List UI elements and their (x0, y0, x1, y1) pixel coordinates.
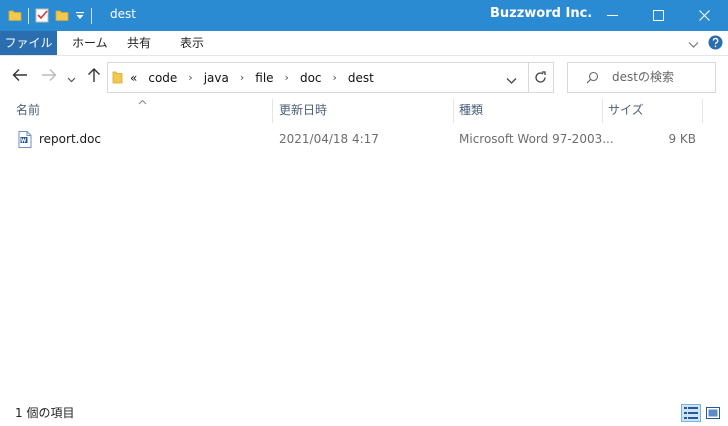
maximize-button[interactable] (635, 0, 681, 31)
window-title: dest (110, 7, 136, 21)
new-folder-icon[interactable] (55, 8, 69, 25)
minimize-button[interactable] (589, 0, 635, 31)
file-size: 9 KB (668, 132, 696, 146)
file-row[interactable]: report.doc 2021/04/18 4:17 Microsoft Wor… (10, 128, 716, 150)
breadcrumb-item-dest[interactable]: dest (348, 71, 374, 85)
chevron-down-icon (67, 77, 76, 83)
details-view-button[interactable] (681, 404, 701, 422)
brand-label: Buzzword Inc. (490, 6, 593, 21)
breadcrumb-item-code[interactable]: code (148, 71, 177, 85)
folder-icon (8, 8, 22, 25)
breadcrumb-separator-icon[interactable]: › (240, 71, 244, 84)
address-bar[interactable]: « code › java › file › doc › dest (107, 62, 529, 93)
address-history-button[interactable] (506, 74, 517, 88)
folder-icon (112, 70, 123, 87)
refresh-icon (534, 71, 546, 83)
tab-home[interactable]: ホーム (72, 31, 108, 55)
toolbar-separator (28, 8, 29, 24)
tab-file[interactable]: ファイル (0, 31, 57, 55)
status-bar: 1 個の項目 (0, 400, 728, 426)
navigation-bar: « code › java › file › doc › dest destの検… (0, 55, 728, 97)
breadcrumb-separator-icon[interactable]: › (333, 71, 337, 84)
quick-access-toolbar (8, 7, 92, 25)
expand-ribbon-icon[interactable] (688, 38, 699, 52)
column-divider[interactable] (702, 99, 703, 123)
forward-arrow-icon (42, 69, 57, 81)
file-modified: 2021/04/18 4:17 (279, 132, 379, 146)
large-icons-view-button[interactable] (703, 404, 723, 422)
close-button[interactable] (681, 0, 727, 31)
breadcrumb-overflow[interactable]: « (130, 71, 137, 85)
details-view-icon (684, 407, 698, 419)
search-icon (586, 71, 599, 87)
refresh-button[interactable] (527, 62, 554, 93)
search-input[interactable]: destの検索 (612, 63, 674, 92)
up-button[interactable] (87, 67, 101, 86)
word-document-icon (18, 131, 32, 151)
tab-share[interactable]: 共有 (127, 31, 151, 55)
chevron-down-icon (506, 78, 517, 84)
customize-toolbar-icon[interactable] (75, 9, 85, 23)
breadcrumb-separator-icon[interactable]: › (188, 71, 192, 84)
breadcrumb-item-doc[interactable]: doc (300, 71, 322, 85)
tab-view[interactable]: 表示 (180, 31, 204, 55)
large-icons-view-icon (706, 407, 720, 419)
breadcrumb-item-java[interactable]: java (204, 71, 229, 85)
up-arrow-icon (88, 68, 100, 82)
back-button[interactable] (12, 68, 28, 85)
toolbar-separator (91, 8, 92, 24)
maximize-icon (652, 10, 664, 21)
title-bar: dest Buzzword Inc. (0, 0, 728, 31)
column-header-size[interactable]: サイズ (602, 97, 702, 123)
back-arrow-icon (12, 69, 27, 81)
file-name[interactable]: report.doc (39, 128, 101, 150)
item-count: 1 個の項目 (15, 406, 75, 420)
ribbon-tabs: ファイル ホーム 共有 表示 (0, 31, 728, 56)
close-icon (698, 10, 710, 21)
minimize-icon (606, 15, 618, 16)
properties-icon[interactable] (35, 7, 49, 26)
column-header-modified[interactable]: 更新日時 (273, 97, 453, 123)
file-type: Microsoft Word 97-2003... (459, 132, 614, 146)
recent-locations-button[interactable] (67, 72, 76, 86)
forward-button[interactable] (41, 68, 57, 85)
breadcrumb-item-file[interactable]: file (255, 71, 273, 85)
column-headers: 名前 更新日時 種類 サイズ (0, 97, 728, 123)
search-box[interactable]: destの検索 (567, 62, 716, 93)
breadcrumb: « code › java › file › doc › dest (130, 63, 374, 92)
breadcrumb-separator-icon[interactable]: › (285, 71, 289, 84)
help-icon[interactable] (708, 35, 723, 53)
column-header-name[interactable]: 名前 (10, 97, 272, 123)
column-header-type[interactable]: 種類 (453, 97, 602, 123)
